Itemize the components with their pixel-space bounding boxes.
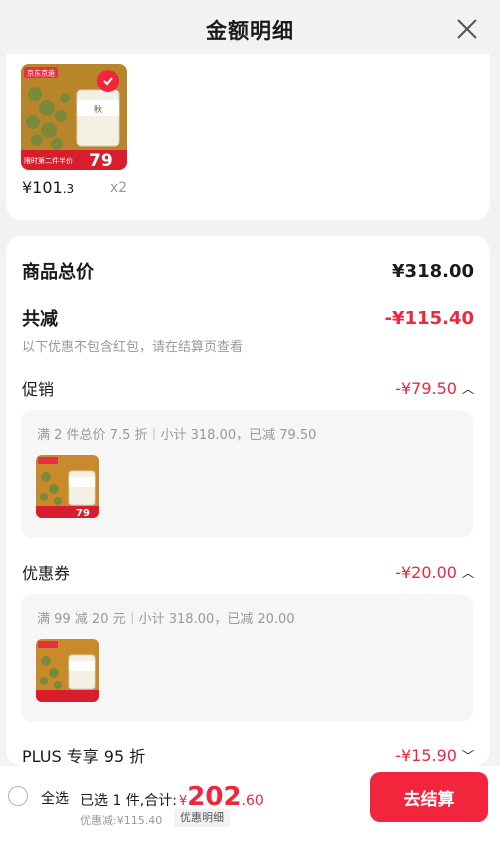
saved-amount: 优惠减:¥115.40 [80,814,163,827]
promotion-desc: 满 2 件总价 7.5 折｜小计 318.00，已减 79.50 [37,428,317,443]
selected-text: 已选 1 件,合计: [80,793,177,809]
promotion-product-thumb[interactable]: 79 [36,455,99,518]
total-price: ¥ 202 .60 [178,782,264,812]
promotion-value: -¥79.50 [395,378,457,398]
checkout-bar: 全选 已选 1 件,合计: ¥ 202 .60 优惠减:¥115.40 优惠明细… [0,766,500,842]
product-price-int: ¥101 [22,178,63,197]
total-int: 202 [187,782,242,812]
coupon-value: -¥20.00 [395,562,457,582]
checked-icon[interactable] [97,70,119,92]
plus-row[interactable]: PLUS 专享 95 折 -¥15.90 ﹀ [22,743,474,767]
promotion-row[interactable]: 促销 -¥79.50 ︿ [22,376,474,400]
amount-detail-card: 商品总价 ¥318.00 共减 -¥115.40 以下优惠不包含红包，请在结算页… [6,236,490,766]
product-card: 京东京造 秋 限时第二件半价 79 ¥101.3 x2 [6,54,490,220]
plus-label: PLUS 专享 95 折 [22,747,146,766]
coupon-value-wrap: -¥20.00 ︿ [395,563,474,582]
select-all-radio[interactable] [8,786,28,806]
image-tag-text: 限时第二件半价 [24,156,73,165]
goods-total-value: ¥318.00 [392,260,474,282]
product-price: ¥101.3 [22,178,74,197]
image-badge-text: 京东京造 [27,69,55,78]
reduce-label: 共减 [22,309,58,330]
coupon-label: 优惠券 [22,564,71,583]
coupon-detail-box: 满 99 减 20 元｜小计 318.00，已减 20.00 [21,594,473,722]
close-icon[interactable] [454,16,480,42]
chevron-up-icon[interactable]: ︿ [462,564,474,581]
image-price-text: 79 [89,151,113,170]
plus-value: -¥15.90 [395,745,457,765]
total-yen: ¥ [178,794,188,809]
reduce-value: -¥115.40 [384,307,474,329]
promotion-label: 促销 [22,380,55,399]
modal-title: 金额明细 [206,19,294,43]
product-qty: x2 [110,180,128,196]
total-dec: .60 [241,793,264,809]
select-all-label[interactable]: 全选 [41,788,69,808]
reduce-note: 以下优惠不包含红包，请在结算页查看 [22,340,244,355]
goods-total-label: 商品总价 [22,262,94,283]
product-price-dec: .3 [62,182,75,196]
coupon-row[interactable]: 优惠券 -¥20.00 ︿ [22,560,474,584]
reduce-row: 共减 -¥115.40 [22,305,474,331]
svg-text:秋: 秋 [94,104,102,114]
chevron-down-icon[interactable]: ﹀ [462,747,474,764]
promotion-value-wrap: -¥79.50 ︿ [395,379,474,398]
coupon-product-thumb[interactable] [36,639,99,702]
discount-detail-button[interactable]: 优惠明细 [174,809,230,827]
svg-text:79: 79 [76,508,90,518]
chevron-up-icon[interactable]: ︿ [462,380,474,397]
checkout-button[interactable]: 去结算 [370,772,488,822]
selected-summary: 已选 1 件,合计: ¥ 202 .60 [80,782,264,812]
plus-value-wrap: -¥15.90 ﹀ [395,746,474,765]
promotion-detail-box: 满 2 件总价 7.5 折｜小计 318.00，已减 79.50 79 [21,410,473,538]
coupon-desc: 满 99 减 20 元｜小计 318.00，已减 20.00 [37,612,295,627]
goods-total-row: 商品总价 ¥318.00 [22,258,474,284]
modal-header: 金额明细 [0,0,500,60]
